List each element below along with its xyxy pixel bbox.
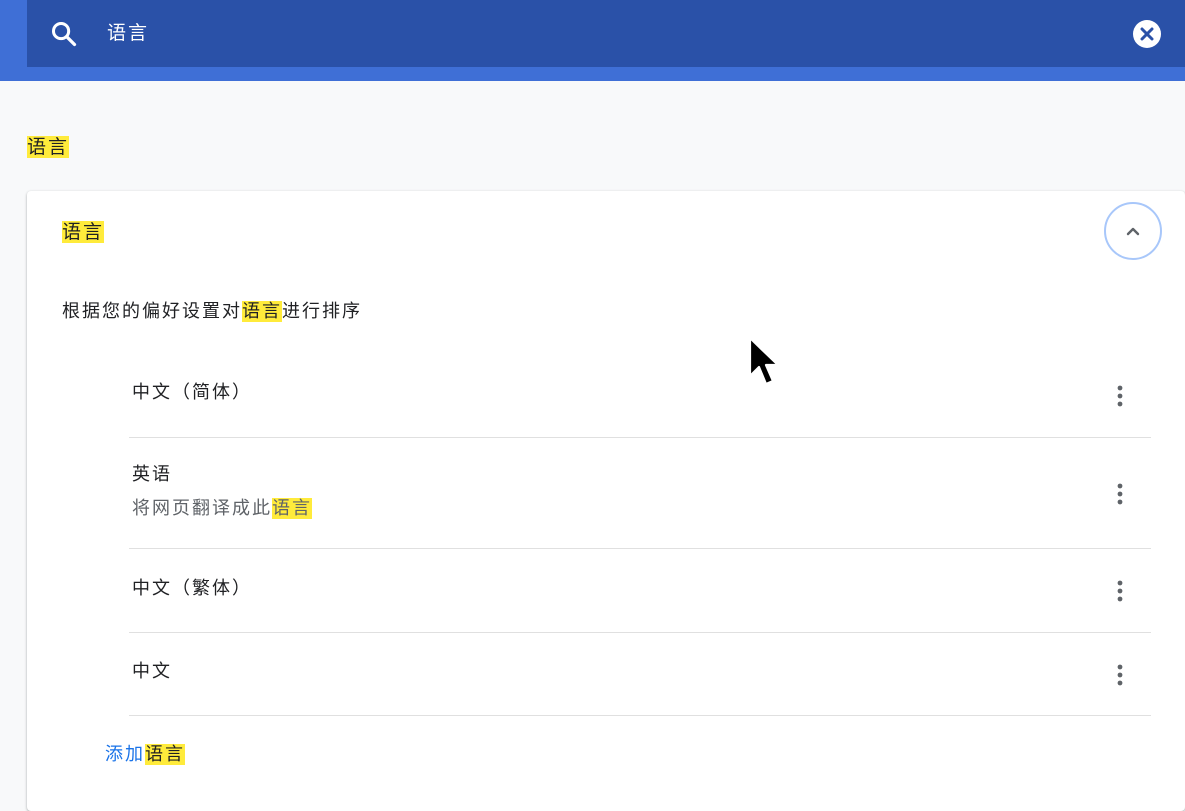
add-language-link[interactable]: 添加语言: [105, 742, 185, 768]
more-vert-icon[interactable]: [1105, 660, 1135, 690]
more-vert-icon[interactable]: [1105, 479, 1135, 509]
description-suffix: 进行排序: [282, 301, 362, 322]
mouse-pointer-icon: [748, 336, 780, 386]
language-name: 中文（繁体）: [132, 578, 252, 599]
card-title-text: 语言: [62, 221, 105, 243]
subtext-prefix: 将网页翻译成此: [132, 498, 272, 519]
more-vert-icon[interactable]: [1105, 576, 1135, 606]
language-name: 中文（简体）: [132, 382, 252, 403]
description-highlight: 语言: [242, 301, 282, 322]
add-highlight: 语言: [145, 744, 185, 765]
language-name: 英语: [132, 464, 172, 485]
section-title-text: 语言: [27, 136, 70, 158]
language-row: 中文（简体）: [129, 351, 1151, 438]
search-input[interactable]: 语言: [107, 20, 149, 46]
more-vert-icon[interactable]: [1105, 381, 1135, 411]
card-description: 根据您的偏好设置对语言进行排序: [62, 299, 362, 325]
language-subtext: 将网页翻译成此语言: [132, 496, 312, 522]
search-bar[interactable]: 语言: [27, 0, 1185, 67]
search-icon[interactable]: [50, 20, 78, 48]
chevron-up-icon: [1126, 227, 1140, 236]
card-title: 语言: [62, 219, 105, 245]
language-row: 中文: [129, 633, 1151, 716]
description-prefix: 根据您的偏好设置对: [62, 301, 242, 322]
section-title: 语言: [27, 134, 70, 160]
collapse-button[interactable]: [1104, 202, 1162, 260]
languages-card: 语言 根据您的偏好设置对语言进行排序 中文（简体） 英语 将网页翻译成此语言 中…: [27, 191, 1185, 811]
language-row: 中文（繁体）: [129, 549, 1151, 633]
language-name: 中文: [132, 661, 172, 682]
close-circle-icon[interactable]: [1132, 19, 1162, 49]
language-row: 英语 将网页翻译成此语言: [129, 438, 1151, 549]
subtext-highlight: 语言: [272, 498, 312, 519]
language-list: 中文（简体） 英语 将网页翻译成此语言 中文（繁体） 中文: [129, 351, 1151, 716]
add-prefix: 添加: [105, 744, 145, 765]
